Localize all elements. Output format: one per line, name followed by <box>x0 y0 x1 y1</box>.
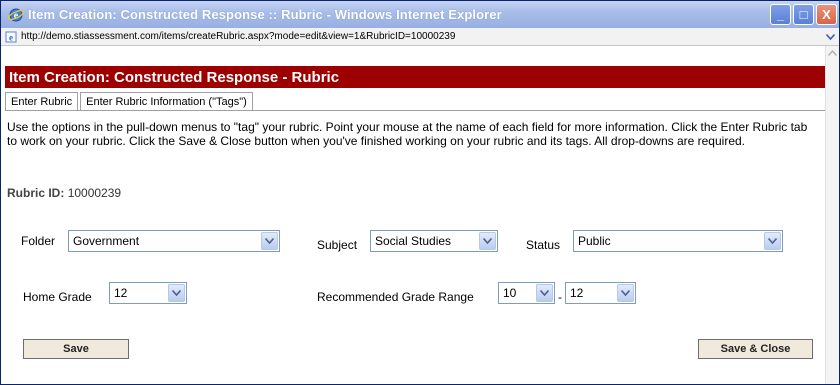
grade-range-from-value: 10 <box>503 286 517 300</box>
chevron-down-icon[interactable] <box>536 284 553 302</box>
chevron-down-icon[interactable] <box>261 232 278 250</box>
status-value: Public <box>578 234 611 248</box>
page-icon: e <box>5 31 17 43</box>
internet-explorer-icon: e <box>7 6 24 23</box>
rubric-id: Rubric ID: 10000239 <box>7 186 121 200</box>
grade-range-separator: - <box>558 290 562 304</box>
minimize-button[interactable]: _ <box>770 4 791 25</box>
subject-select[interactable]: Social Studies <box>370 230 498 252</box>
url-text[interactable]: http://demo.stiassessment.com/items/crea… <box>21 31 455 42</box>
chevron-down-icon[interactable] <box>168 284 185 302</box>
page-title: Item Creation: Constructed Response - Ru… <box>5 66 825 88</box>
tab-enter-rubric-information[interactable]: Enter Rubric Information ("Tags") <box>80 92 253 111</box>
title-bar: e Item Creation: Constructed Response ::… <box>1 1 839 28</box>
home-grade-label: Home Grade <box>23 290 92 304</box>
save-close-button[interactable]: Save & Close <box>698 339 813 359</box>
minimize-icon: _ <box>776 7 785 22</box>
grade-range-to-select[interactable]: 12 <box>565 282 636 304</box>
chevron-down-icon[interactable] <box>479 232 496 250</box>
close-button[interactable]: X <box>816 4 837 25</box>
chevron-down-icon[interactable] <box>825 30 836 43</box>
tab-strip: Enter Rubric Enter Rubric Information ("… <box>5 92 255 111</box>
status-label: Status <box>526 238 561 252</box>
tab-enter-rubric[interactable]: Enter Rubric <box>5 92 79 111</box>
folder-value: Government <box>73 234 140 248</box>
tab-divider <box>5 110 825 111</box>
vertical-scrollbar[interactable] <box>825 46 839 384</box>
folder-select[interactable]: Government <box>68 230 280 252</box>
home-grade-select[interactable]: 12 <box>109 282 187 304</box>
save-button[interactable]: Save <box>23 339 129 359</box>
home-grade-value: 12 <box>114 286 128 300</box>
chevron-down-icon[interactable] <box>764 232 781 250</box>
instructions-text: Use the options in the pull-down menus t… <box>7 120 808 148</box>
address-bar[interactable]: e http://demo.stiassessment.com/items/cr… <box>1 28 839 46</box>
status-select[interactable]: Public <box>573 230 783 252</box>
rubric-id-value: 10000239 <box>67 186 122 200</box>
grade-range-from-select[interactable]: 10 <box>498 282 555 304</box>
browser-window: e Item Creation: Constructed Response ::… <box>0 0 840 385</box>
maximize-button[interactable]: □ <box>793 4 814 25</box>
grade-range-label: Recommended Grade Range <box>317 290 474 304</box>
window-title: Item Creation: Constructed Response :: R… <box>28 7 502 22</box>
chevron-up-icon[interactable] <box>825 46 839 60</box>
page-content: Item Creation: Constructed Response - Ru… <box>1 46 825 384</box>
svg-text:e: e <box>9 32 13 42</box>
maximize-icon: □ <box>799 7 808 22</box>
folder-label: Folder <box>21 234 56 248</box>
subject-label: Subject <box>317 238 358 252</box>
subject-value: Social Studies <box>375 234 452 248</box>
chevron-down-icon[interactable] <box>617 284 634 302</box>
grade-range-to-value: 12 <box>570 286 584 300</box>
close-icon: X <box>822 7 831 22</box>
rubric-id-label: Rubric ID: <box>7 186 65 200</box>
